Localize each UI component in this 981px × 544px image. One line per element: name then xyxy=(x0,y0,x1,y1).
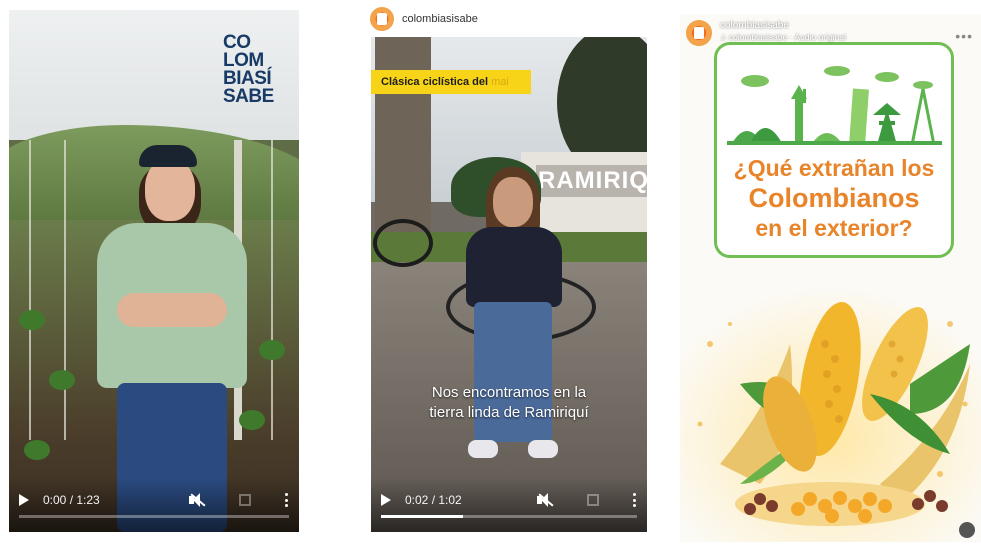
mute-icon[interactable] xyxy=(537,493,554,507)
subtitle-line: tierra linda de Ramiriquí xyxy=(429,404,589,421)
progress-bar[interactable] xyxy=(381,515,637,518)
fullscreen-icon[interactable] xyxy=(239,494,251,506)
post-header: colombiasisabe ♫ colombiasisabe · Audio … xyxy=(686,20,846,46)
feed-page: CO LOM BIASÍ SABE 0:00 / 1:23 colombiasi… xyxy=(0,0,981,544)
account-handle[interactable]: colombiasisabe xyxy=(402,13,478,25)
video-card-1[interactable]: CO LOM BIASÍ SABE 0:00 / 1:23 xyxy=(9,10,299,532)
play-icon[interactable] xyxy=(381,494,391,506)
caption-banner: Clásica ciclística del mai xyxy=(371,70,531,94)
account-handle[interactable]: colombiasisabe xyxy=(720,20,846,31)
bicycle xyxy=(373,219,433,267)
title-frame: ¿Qué extrañan los Colombianos en el exte… xyxy=(714,42,954,258)
post-card-3[interactable]: ¿Qué extrañan los Colombianos en el exte… xyxy=(680,14,981,542)
video-time: 0:02 / 1:02 xyxy=(405,493,462,507)
play-icon[interactable] xyxy=(19,494,29,506)
subtitle-line: Nos encontramos en la xyxy=(431,384,587,401)
video-time: 0:00 / 1:23 xyxy=(43,493,100,507)
corn-illustration xyxy=(680,284,981,542)
audio-label[interactable]: ♫ colombiasisabe · Audio original xyxy=(720,32,846,42)
video-subtitle: Nos encontramos en la tierra linda de Ra… xyxy=(371,383,647,423)
post-title: ¿Qué extrañan los Colombianos en el exte… xyxy=(717,153,951,243)
avatar[interactable] xyxy=(686,20,712,46)
presenter-woman xyxy=(446,167,596,477)
video-controls: 0:00 / 1:23 xyxy=(9,478,299,532)
sound-icon[interactable] xyxy=(959,522,975,538)
mute-icon[interactable] xyxy=(189,493,206,507)
more-icon[interactable] xyxy=(285,493,289,507)
monument xyxy=(375,37,431,237)
colombiasisabe-logo: CO LOM BIASÍ SABE xyxy=(223,33,283,107)
caption-text-faded: mai xyxy=(491,76,509,88)
title-line: Colombianos xyxy=(748,183,920,213)
avatar[interactable] xyxy=(370,7,394,31)
title-line: ¿Qué extrañan los xyxy=(733,155,935,181)
fullscreen-icon[interactable] xyxy=(587,494,599,506)
world-landmarks-illustration xyxy=(727,66,942,145)
post-header: colombiasisabe xyxy=(370,4,650,34)
more-options-icon[interactable]: ••• xyxy=(955,28,973,44)
title-line: en el exterior? xyxy=(755,215,913,241)
more-icon[interactable] xyxy=(633,493,637,507)
video-controls: 0:02 / 1:02 xyxy=(371,478,647,532)
progress-fill xyxy=(381,515,463,518)
logo-line: SABE xyxy=(223,86,274,107)
progress-bar[interactable] xyxy=(19,515,289,518)
caption-text: Clásica ciclística del xyxy=(381,76,489,88)
video-card-2[interactable]: RAMIRIQ Clásica ciclística del mai Nos e… xyxy=(371,37,647,532)
presenter-woman xyxy=(87,145,257,532)
